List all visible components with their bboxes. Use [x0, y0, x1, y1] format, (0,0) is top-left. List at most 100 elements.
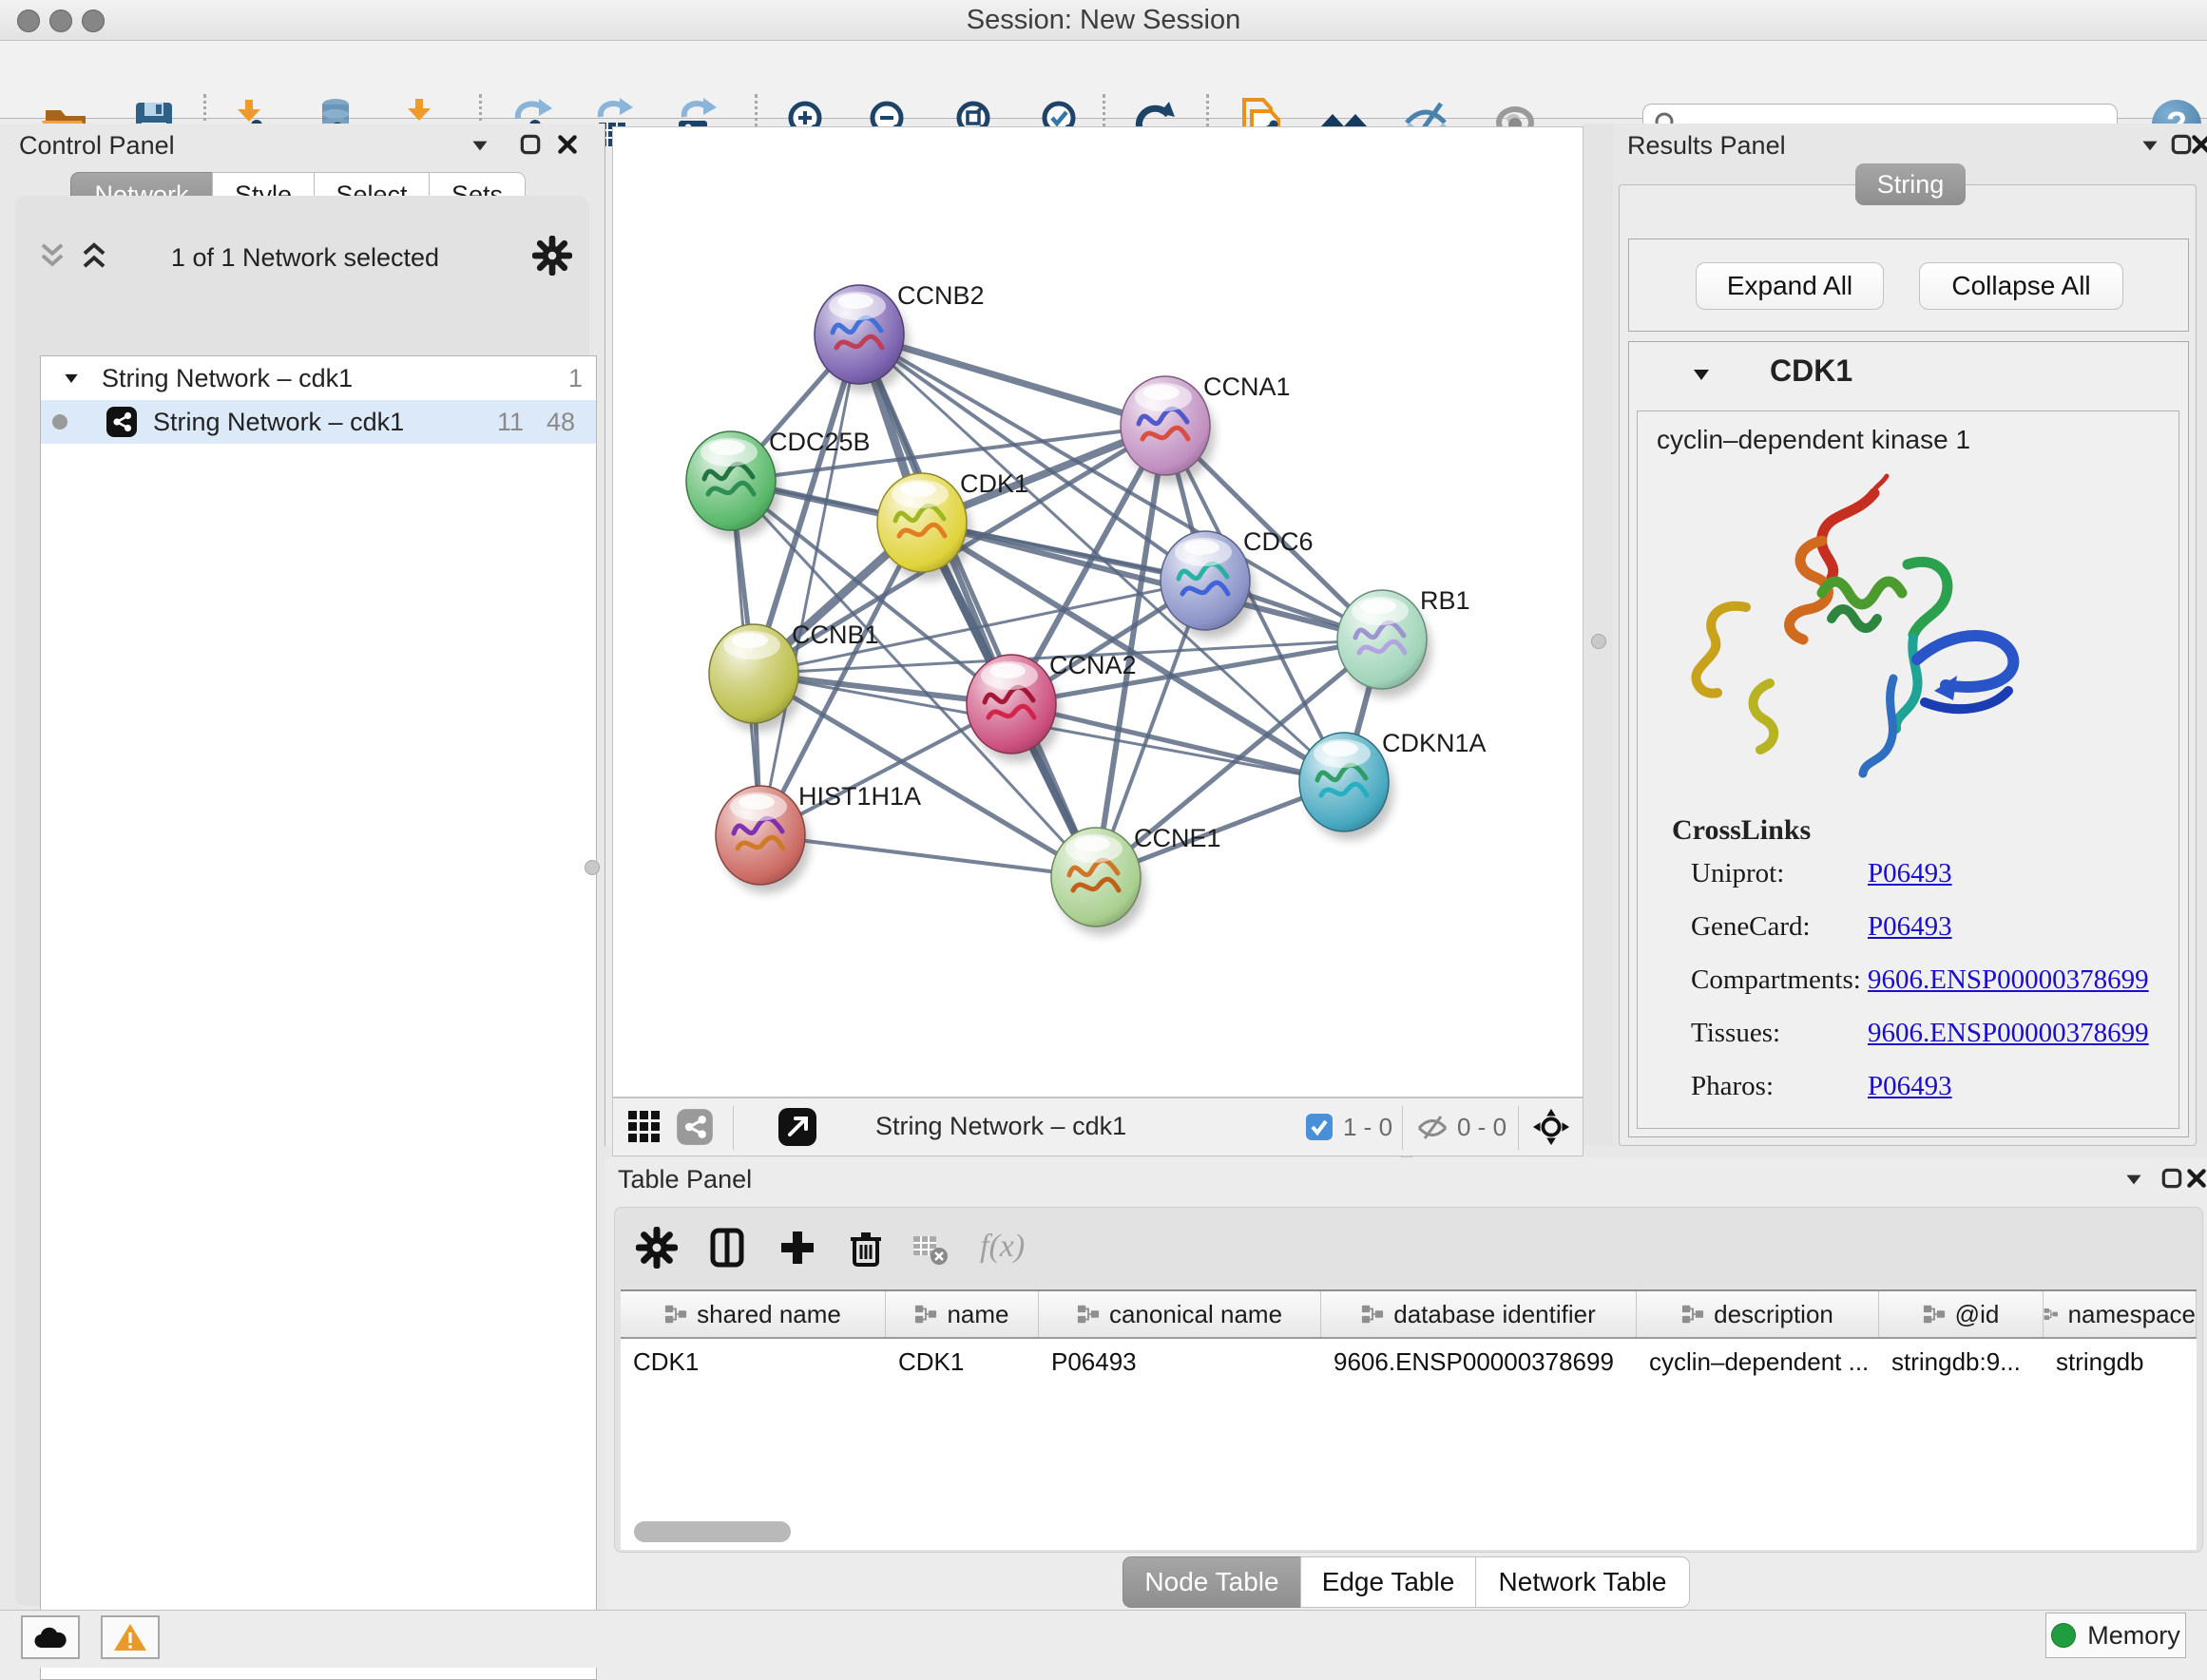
collapse-all-networks-button[interactable]: [34, 239, 70, 272]
column-header-name[interactable]: name: [886, 1291, 1039, 1337]
crosslink-link[interactable]: P06493: [1868, 1071, 1952, 1102]
close-panel-button[interactable]: [555, 132, 580, 157]
crosslink-link[interactable]: P06493: [1868, 911, 1952, 943]
open-in-window-button[interactable]: [777, 1106, 818, 1148]
column-header-canonical-name[interactable]: canonical name: [1039, 1291, 1321, 1337]
panel-menu-button[interactable]: [2121, 1167, 2146, 1192]
network-node-cdk1[interactable]: [877, 473, 971, 581]
tab-string[interactable]: String: [1855, 163, 1966, 205]
section-collapse-button[interactable]: [1690, 363, 1713, 386]
status-bar: Memory: [0, 1610, 2207, 1668]
tree-expander-icon[interactable]: [62, 369, 81, 388]
column-header-label: namespace: [2068, 1300, 2196, 1329]
crosslink-link[interactable]: 9606.ENSP00000378699: [1868, 1018, 2149, 1049]
collapse-all-button[interactable]: Collapse All: [1919, 262, 2123, 310]
add-column-button[interactable]: [777, 1227, 820, 1270]
network-edge[interactable]: [1011, 704, 1344, 782]
network-node-hist1h1a[interactable]: [716, 786, 810, 893]
crosslink-link[interactable]: P06493: [1868, 858, 1952, 889]
float-panel-button[interactable]: [2159, 1166, 2184, 1191]
table-panel-body: f(x) shared namename canonical name databa…: [614, 1207, 2203, 1553]
panel-menu-button[interactable]: [2138, 133, 2162, 158]
network-node-ccnb2[interactable]: [815, 285, 909, 392]
node-label-cdkn1a: CDKN1A: [1382, 729, 1487, 757]
column-header-description[interactable]: description: [1637, 1291, 1879, 1337]
crosslinks-list: Uniprot:P06493GeneCard:P06493Compartment…: [1638, 858, 2178, 1124]
network-row-selected[interactable]: String Network – cdk1 11 48: [41, 400, 596, 444]
close-panel-button[interactable]: [2184, 1166, 2207, 1191]
table-cell[interactable]: cyclin–dependent ...: [1637, 1339, 1879, 1384]
table-row[interactable]: CDK1CDK1P064939606.ENSP00000378699cyclin…: [621, 1339, 2197, 1384]
network-node-ccna1[interactable]: [1121, 376, 1215, 484]
chevron-down-icon: [2121, 1167, 2146, 1192]
column-header--id[interactable]: @id: [1879, 1291, 2044, 1337]
network-collection-row[interactable]: String Network – cdk1 1: [41, 356, 596, 400]
panel-menu-button[interactable]: [468, 133, 492, 158]
vertical-splitter-grip[interactable]: [585, 860, 600, 875]
horizontal-scrollbar-thumb[interactable]: [634, 1521, 791, 1542]
function-builder-button[interactable]: f(x): [980, 1229, 1025, 1265]
results-actions-box: Expand All Collapse All: [1628, 239, 2189, 332]
network-edge[interactable]: [760, 835, 1096, 877]
network-node-ccne1[interactable]: [1051, 828, 1145, 935]
expand-all-button[interactable]: Expand All: [1696, 262, 1884, 310]
table-cell[interactable]: stringdb:9...: [1879, 1339, 2044, 1384]
table-cell[interactable]: CDK1: [886, 1339, 1039, 1384]
network-canvas[interactable]: CCNB2CCNA1CDC25BCDK1CDC6RB1CCNB1CCNA2CDK…: [612, 126, 1583, 1098]
network-tree: String Network – cdk1 1 String Network –…: [40, 355, 597, 1680]
network-node-cdc6[interactable]: [1161, 531, 1255, 639]
minimize-window-button[interactable]: [49, 10, 72, 32]
node-label-hist1h1a: HIST1H1A: [798, 782, 921, 811]
delete-table-button[interactable]: [912, 1232, 955, 1276]
table-cell[interactable]: stringdb: [2044, 1339, 2197, 1384]
close-panel-button[interactable]: [2189, 132, 2207, 157]
crosslink-link[interactable]: 9606.ENSP00000378699: [1868, 964, 2149, 996]
column-header-database-identifier[interactable]: database identifier: [1321, 1291, 1637, 1337]
tab-node-table[interactable]: Node Table: [1123, 1556, 1301, 1608]
column-header-namespace[interactable]: namespace: [2044, 1291, 2197, 1337]
table-cell[interactable]: 9606.ENSP00000378699: [1321, 1339, 1637, 1384]
toolbar-separator: [1402, 1106, 1403, 1150]
column-header-label: canonical name: [1109, 1300, 1282, 1329]
chevron-down-icon: [1690, 363, 1713, 386]
network-graph[interactable]: CCNB2CCNA1CDC25BCDK1CDC6RB1CCNB1CCNA2CDK…: [613, 127, 1583, 1097]
network-node-cdc25b[interactable]: [686, 431, 780, 539]
table-cell[interactable]: P06493: [1039, 1339, 1321, 1384]
table-cell[interactable]: CDK1: [621, 1339, 886, 1384]
checkbox-checked-icon: [1305, 1113, 1334, 1141]
birdseye-view-button[interactable]: [1531, 1107, 1571, 1147]
show-columns-button[interactable]: [706, 1227, 750, 1270]
network-node-ccna2[interactable]: [967, 655, 1061, 762]
expand-all-networks-button[interactable]: [76, 239, 112, 272]
node-label-ccna2: CCNA2: [1049, 651, 1137, 679]
network-label: String Network – cdk1: [153, 408, 404, 437]
network-edge[interactable]: [760, 334, 859, 835]
hidden-items-button[interactable]: [1415, 1114, 1449, 1142]
memory-button[interactable]: Memory: [2045, 1613, 2186, 1658]
close-window-button[interactable]: [17, 10, 40, 32]
table-options-button[interactable]: [636, 1227, 680, 1270]
zoom-window-button[interactable]: [82, 10, 105, 32]
network-node-cdkn1a[interactable]: [1299, 733, 1393, 840]
cloud-status-button[interactable]: [21, 1615, 80, 1659]
network-options-button[interactable]: [532, 236, 572, 276]
warnings-button[interactable]: [101, 1615, 160, 1659]
node-label-cdk1: CDK1: [960, 469, 1028, 498]
float-panel-button[interactable]: [518, 132, 543, 157]
control-panel-title: Control Panel: [19, 131, 175, 161]
column-header-shared-name[interactable]: shared name: [621, 1291, 886, 1337]
grid-view-button[interactable]: [626, 1109, 662, 1145]
selected-checkbox[interactable]: [1305, 1113, 1334, 1141]
string-results-container: Expand All Collapse All CDK1 cyclin–depe…: [1619, 184, 2197, 1146]
grid-icon: [626, 1109, 662, 1145]
network-node-rb1[interactable]: [1337, 590, 1431, 697]
delete-column-button[interactable]: [845, 1227, 889, 1270]
splitter-grip[interactable]: [1591, 634, 1606, 649]
tab-edge-table[interactable]: Edge Table: [1300, 1556, 1476, 1608]
close-icon: [2189, 132, 2207, 157]
crosshair-icon: [1531, 1107, 1571, 1147]
network-share-view-button[interactable]: [676, 1108, 714, 1146]
results-splitter[interactable]: [1583, 124, 1613, 1146]
selected-node-edge-counts: 1 - 0: [1343, 1113, 1392, 1142]
tab-network-table[interactable]: Network Table: [1475, 1556, 1690, 1608]
